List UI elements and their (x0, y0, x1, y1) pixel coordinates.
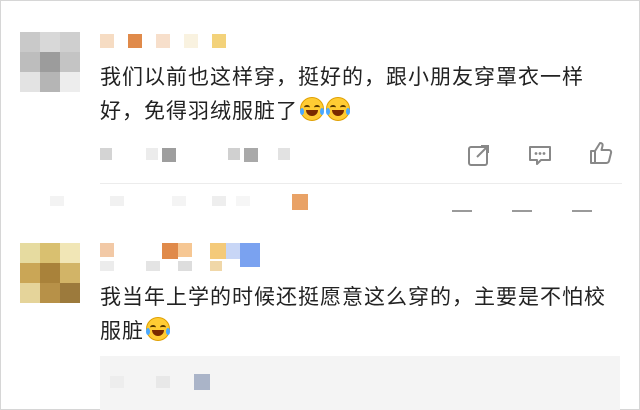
reply-preview[interactable] (100, 356, 620, 410)
crying-laughing-emoji (146, 317, 170, 341)
like-icon[interactable] (588, 140, 614, 166)
avatar[interactable] (20, 32, 80, 92)
comment-text: 我当年上学的时候还挺愿意这么穿的，主要是不怕校服脏 (100, 280, 620, 348)
crying-laughing-emoji (300, 97, 324, 121)
comment-body: 我当年上学的时候还挺愿意这么穿的，主要是不怕校服脏 (100, 285, 606, 343)
comment-text: 我们以前也这样穿，挺好的，跟小朋友穿罩衣一样好，免得羽绒服脏了 (100, 60, 620, 128)
collapsed-row-redacted (40, 192, 620, 214)
crying-laughing-emoji (326, 97, 350, 121)
comment-actions (460, 140, 620, 170)
username-redacted[interactable] (100, 243, 270, 273)
share-icon[interactable] (466, 142, 492, 168)
comment-meta-redacted (100, 146, 300, 162)
comment-icon[interactable] (527, 142, 553, 168)
username-redacted[interactable] (100, 32, 240, 50)
avatar[interactable] (20, 243, 80, 303)
reply-redacted (110, 376, 124, 388)
divider (100, 183, 622, 184)
